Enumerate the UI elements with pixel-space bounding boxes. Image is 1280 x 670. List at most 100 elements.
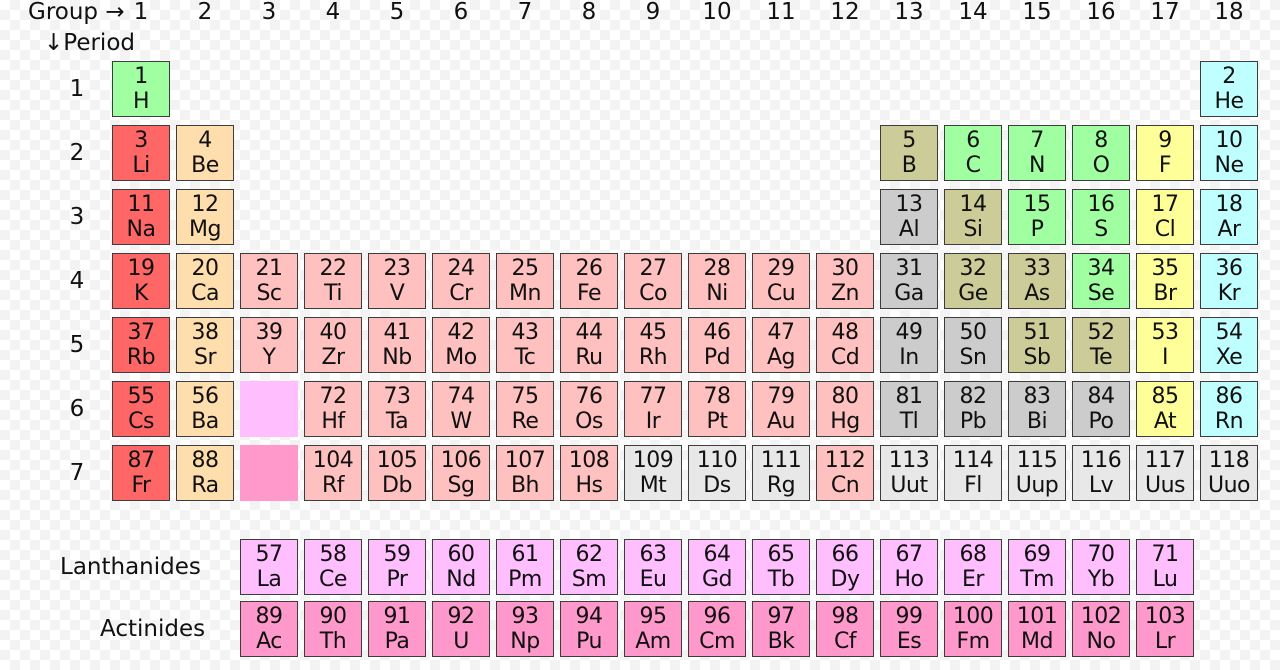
atomic-number: 86 xyxy=(1215,384,1244,409)
element-symbol: He xyxy=(1214,89,1244,114)
atomic-number: 39 xyxy=(255,320,284,345)
element-symbol: Re xyxy=(511,409,539,434)
atomic-number: 75 xyxy=(511,384,540,409)
element-cell: 110 Ds xyxy=(688,445,746,501)
element-symbol: W xyxy=(450,409,472,434)
element-symbol: B xyxy=(901,153,917,178)
element-cell: 23 V xyxy=(368,253,426,309)
atomic-number: 43 xyxy=(511,320,540,345)
element-cell: 115 Uup xyxy=(1008,445,1066,501)
atomic-number: 44 xyxy=(575,320,604,345)
atomic-number: 13 xyxy=(895,192,924,217)
atomic-number: 101 xyxy=(1016,604,1058,629)
atomic-number: 36 xyxy=(1215,256,1244,281)
element-cell: 85 At xyxy=(1136,381,1194,437)
element-symbol: Bh xyxy=(510,473,540,498)
atomic-number: 70 xyxy=(1087,542,1116,567)
element-symbol: Pr xyxy=(386,567,408,592)
series-placeholder-cell xyxy=(240,445,298,501)
element-cell: 58 Ce xyxy=(304,539,362,595)
element-cell: 111 Rg xyxy=(752,445,810,501)
element-cell: 22 Ti xyxy=(304,253,362,309)
atomic-number: 17 xyxy=(1151,192,1180,217)
atomic-number: 29 xyxy=(767,256,796,281)
element-cell: 103 Lr xyxy=(1136,601,1194,657)
element-cell: 63 Eu xyxy=(624,539,682,595)
atomic-number: 15 xyxy=(1023,192,1052,217)
atomic-number: 107 xyxy=(504,448,546,473)
element-symbol: At xyxy=(1153,409,1177,434)
element-symbol: Ho xyxy=(894,567,924,592)
element-symbol: Cu xyxy=(766,281,796,306)
element-symbol: Co xyxy=(639,281,667,306)
atomic-number: 21 xyxy=(255,256,284,281)
atomic-number: 99 xyxy=(895,604,924,629)
atomic-number: 63 xyxy=(639,542,668,567)
element-cell: 71 Lu xyxy=(1136,539,1194,595)
element-symbol: Cd xyxy=(830,345,860,370)
element-cell: 93 Np xyxy=(496,601,554,657)
element-cell: 34 Se xyxy=(1072,253,1130,309)
atomic-number: 31 xyxy=(895,256,924,281)
atomic-number: 40 xyxy=(319,320,348,345)
atomic-number: 67 xyxy=(895,542,924,567)
element-symbol: Tc xyxy=(514,345,536,370)
atomic-number: 23 xyxy=(383,256,412,281)
element-symbol: P xyxy=(1030,217,1044,242)
element-cell: 77 Ir xyxy=(624,381,682,437)
element-cell: 104 Rf xyxy=(304,445,362,501)
element-symbol: Dy xyxy=(830,567,860,592)
element-cell: 67 Ho xyxy=(880,539,938,595)
atomic-number: 26 xyxy=(575,256,604,281)
element-symbol: Ni xyxy=(706,281,728,306)
element-symbol: Np xyxy=(510,629,540,654)
element-cell: 114 Fl xyxy=(944,445,1002,501)
atomic-number: 79 xyxy=(767,384,796,409)
element-symbol: Ta xyxy=(385,409,409,434)
element-symbol: Er xyxy=(962,567,984,592)
atomic-number: 35 xyxy=(1151,256,1180,281)
element-symbol: Th xyxy=(319,629,347,654)
element-symbol: Md xyxy=(1021,629,1053,654)
element-symbol: Uuo xyxy=(1207,473,1251,498)
element-cell: 96 Cm xyxy=(688,601,746,657)
element-symbol: Si xyxy=(963,217,983,242)
atomic-number: 94 xyxy=(575,604,604,629)
atomic-number: 65 xyxy=(767,542,796,567)
atomic-number: 4 xyxy=(198,128,212,153)
element-symbol: Bk xyxy=(767,629,795,654)
element-symbol: Rn xyxy=(1214,409,1244,434)
element-cell: 26 Fe xyxy=(560,253,618,309)
element-cell: 109 Mt xyxy=(624,445,682,501)
element-symbol: I xyxy=(1162,345,1169,370)
atomic-number: 81 xyxy=(895,384,924,409)
element-cell: 76 Os xyxy=(560,381,618,437)
element-cell: 1H xyxy=(112,61,170,117)
atomic-number: 57 xyxy=(255,542,284,567)
group-number: 15 xyxy=(1022,0,1052,25)
atomic-number: 48 xyxy=(831,320,860,345)
atomic-number: 47 xyxy=(767,320,796,345)
element-symbol: As xyxy=(1024,281,1050,306)
period-number: 2 xyxy=(69,140,85,166)
atomic-number: 28 xyxy=(703,256,732,281)
atomic-number: 58 xyxy=(319,542,348,567)
atomic-number: 85 xyxy=(1151,384,1180,409)
element-cell: 54 Xe xyxy=(1200,317,1258,373)
atomic-number: 19 xyxy=(127,256,156,281)
atomic-number: 66 xyxy=(831,542,860,567)
element-symbol: V xyxy=(389,281,405,306)
element-symbol: S xyxy=(1094,217,1108,242)
atomic-number: 20 xyxy=(191,256,220,281)
actinides-label: Actinides xyxy=(100,616,206,642)
element-symbol: C xyxy=(965,153,981,178)
element-symbol: Ag xyxy=(766,345,796,370)
element-cell: 100 Fm xyxy=(944,601,1002,657)
element-symbol: Te xyxy=(1089,345,1113,370)
atomic-number: 90 xyxy=(319,604,348,629)
atomic-number: 10 xyxy=(1215,128,1244,153)
element-symbol: O xyxy=(1092,153,1110,178)
element-cell: 44 Ru xyxy=(560,317,618,373)
element-symbol: Br xyxy=(1153,281,1177,306)
element-cell: 73 Ta xyxy=(368,381,426,437)
